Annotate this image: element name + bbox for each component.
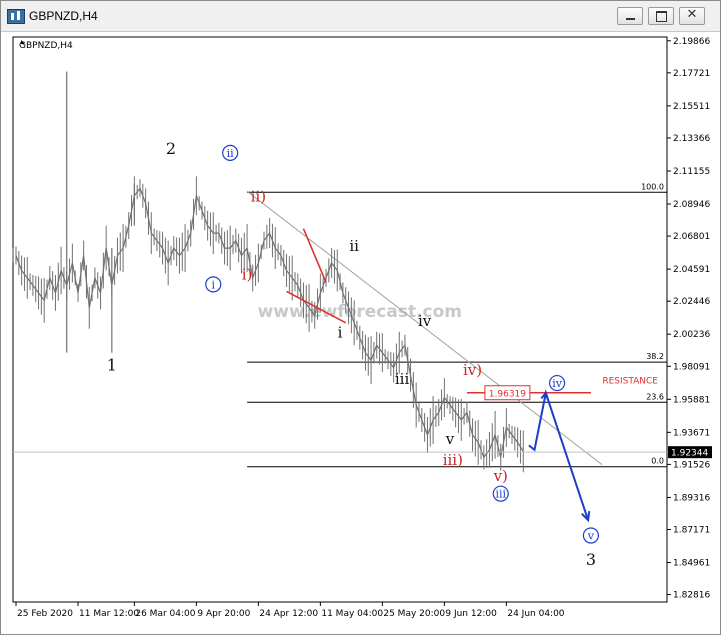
resistance-price-label: 1.96319 — [489, 390, 526, 400]
wave-label: iii — [395, 370, 410, 388]
x-tick-label: 9 Apr 20:00 — [197, 609, 250, 619]
wave-label: iv) — [463, 361, 482, 379]
chart-app-icon — [7, 9, 25, 24]
wave-label: i — [212, 278, 216, 291]
wave-label: iv — [418, 312, 432, 330]
window-title: GBPNZD,H4 — [29, 9, 98, 23]
x-tick-label: 25 May 20:00 — [383, 609, 445, 619]
wave-label: ii — [227, 147, 235, 160]
chart-title: GBPNZD,H4 — [19, 41, 73, 51]
x-tick-label: 11 May 04:00 — [321, 609, 383, 619]
close-icon: ✕ — [686, 7, 698, 22]
chart-window: GBPNZD,H4 ✕ www.ewforecast.com GBPNZD,H4 2… — [0, 0, 721, 635]
y-tick-label: 2.02446 — [673, 297, 710, 307]
y-tick-label: 1.82816 — [673, 591, 710, 601]
wave-label: 2 — [166, 139, 176, 158]
wave-label: 1 — [107, 356, 117, 375]
wave-label: v — [587, 530, 595, 543]
y-tick-label: 2.04591 — [673, 265, 710, 275]
wave-label: ii) — [251, 188, 266, 206]
fib-label: 23.6 — [646, 392, 664, 401]
x-tick-label: 26 Mar 04:00 — [135, 609, 195, 619]
y-tick-label: 2.19866 — [673, 37, 710, 47]
y-tick-label: 2.00236 — [673, 330, 710, 340]
fib-label: 38.2 — [646, 352, 664, 361]
title-bar[interactable]: GBPNZD,H4 ✕ — [1, 1, 720, 32]
close-button[interactable]: ✕ — [679, 7, 705, 25]
y-tick-label: 1.93671 — [673, 428, 710, 438]
minimize-button[interactable] — [617, 7, 643, 25]
wave-label: i — [338, 324, 343, 342]
x-tick-label: 9 Jun 12:00 — [445, 609, 497, 619]
minimize-icon — [626, 18, 635, 20]
y-tick-label: 1.84961 — [673, 559, 710, 569]
maximize-icon — [656, 11, 667, 22]
y-tick-label: 1.87171 — [673, 525, 710, 535]
y-tick-label: 1.95881 — [673, 395, 710, 405]
x-tick-label: 11 Mar 12:00 — [79, 609, 139, 619]
fib-label: 0.0 — [651, 457, 664, 466]
wave-label: v) — [493, 467, 508, 485]
current-price-label: 1.92344 — [671, 449, 708, 459]
resistance-label: RESISTANCE — [602, 377, 658, 387]
x-tick-label: 24 Apr 12:00 — [259, 609, 318, 619]
fib-label: 100.0 — [641, 182, 664, 191]
watermark: www.ewforecast.com — [258, 302, 462, 322]
y-tick-label: 1.89316 — [673, 493, 710, 503]
wave-label: iii — [495, 488, 506, 501]
wave-label: iii) — [443, 451, 463, 469]
wave-label: i) — [242, 265, 253, 283]
wave-label: 3 — [586, 550, 596, 569]
wave-label: ii — [349, 237, 359, 255]
y-tick-label: 2.13366 — [673, 134, 710, 144]
maximize-button[interactable] — [648, 7, 674, 25]
x-tick-label: 24 Jun 04:00 — [507, 609, 564, 619]
x-tick-label: 25 Feb 2020 — [17, 609, 73, 619]
y-tick-label: 2.06801 — [673, 232, 710, 242]
y-tick-label: 1.98091 — [673, 362, 710, 372]
wave-label: v — [445, 430, 455, 448]
y-tick-label: 2.08946 — [673, 200, 710, 210]
wave-label: iv — [552, 377, 563, 390]
y-tick-label: 2.15511 — [673, 102, 710, 112]
y-tick-label: 2.11155 — [673, 167, 710, 177]
price-chart[interactable]: www.ewforecast.com GBPNZD,H4 2.19866 2.1772… — [1, 32, 720, 634]
y-tick-label: 1.91526 — [673, 460, 710, 470]
y-tick-label: 2.17721 — [673, 69, 710, 79]
